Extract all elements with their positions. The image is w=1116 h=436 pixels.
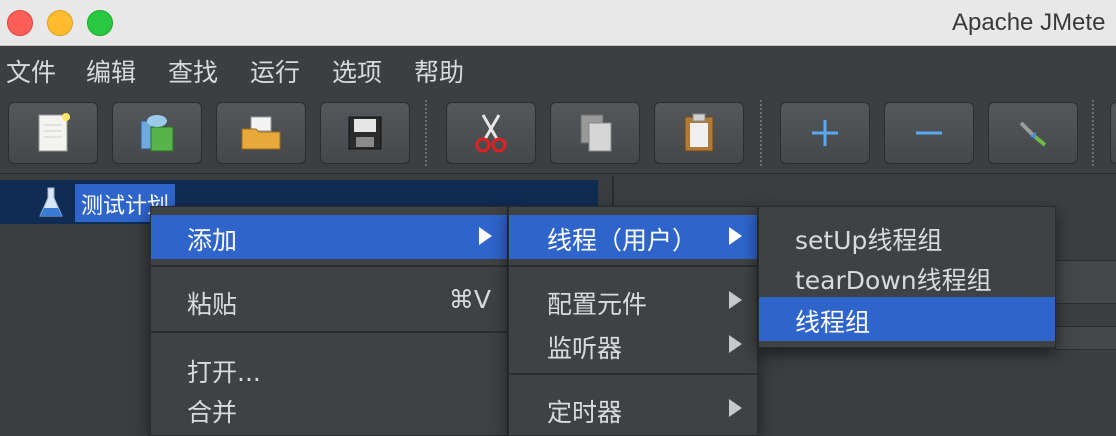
cut-button[interactable] [446, 102, 536, 164]
menu-item-listener[interactable]: 监听器 [509, 323, 757, 367]
threads-submenu: setUp线程组 tearDown线程组 线程组 [758, 206, 1056, 348]
toolbar-button-partial[interactable] [1110, 102, 1116, 164]
menu-item-teardown-thread-group[interactable]: tearDown线程组 [759, 255, 1055, 299]
templates-button[interactable] [112, 102, 202, 164]
toggle-icon [1019, 121, 1047, 147]
add-submenu: 线程（用户） 配置元件 监听器 定时器 [508, 206, 758, 436]
menu-divider [151, 331, 507, 333]
menu-item-merge[interactable]: 合并 [151, 387, 507, 431]
paste-icon [684, 113, 714, 152]
menu-item-listener-label: 监听器 [547, 334, 623, 363]
menu-item-open[interactable]: 打开... [151, 347, 507, 391]
save-icon [348, 116, 382, 150]
submenu-arrow-icon [729, 291, 742, 309]
menu-item-merge-label: 合并 [187, 398, 238, 427]
copy-icon [580, 114, 612, 152]
menu-help[interactable]: 帮助 [414, 53, 464, 89]
menu-divider [509, 265, 757, 267]
menu-options[interactable]: 选项 [332, 53, 382, 89]
paste-button[interactable] [654, 102, 744, 164]
menu-item-threads-label: 线程（用户） [547, 226, 698, 255]
zoom-window-button[interactable] [87, 10, 113, 36]
menu-search[interactable]: 查找 [168, 53, 218, 89]
window-title: Apache JMete [952, 9, 1106, 36]
toolbar-separator [1092, 100, 1094, 166]
menu-item-add[interactable]: 添加 [151, 215, 507, 259]
menu-item-setup-thread-group[interactable]: setUp线程组 [759, 215, 1055, 259]
minimize-window-button[interactable] [47, 10, 73, 36]
menu-item-config-label: 配置元件 [547, 290, 648, 319]
collapse-icon [916, 131, 942, 135]
new-icon [38, 113, 70, 152]
menu-item-thread-group[interactable]: 线程组 [759, 297, 1055, 341]
expand-icon [812, 120, 838, 146]
menu-item-config[interactable]: 配置元件 [509, 279, 757, 323]
menu-item-setup-label: setUp线程组 [795, 226, 943, 255]
collapse-all-button[interactable] [884, 102, 974, 164]
new-button[interactable] [8, 102, 98, 164]
toggle-button[interactable] [988, 102, 1078, 164]
title-bar: Apache JMete [0, 0, 1116, 46]
save-button[interactable] [320, 102, 410, 164]
menu-item-paste-label: 粘贴 [187, 290, 238, 319]
toolbar [0, 92, 1116, 174]
expand-all-button[interactable] [780, 102, 870, 164]
open-button[interactable] [216, 102, 306, 164]
menu-item-timer[interactable]: 定时器 [509, 387, 757, 431]
menu-run[interactable]: 运行 [250, 53, 300, 89]
menu-bar: 文件 编辑 查找 运行 选项 帮助 [0, 46, 1116, 92]
toolbar-separator [760, 100, 762, 166]
menu-item-paste[interactable]: 粘贴 ⌘V [151, 279, 507, 323]
menu-file[interactable]: 文件 [6, 53, 56, 89]
cut-icon [475, 114, 507, 153]
test-plan-icon [39, 187, 63, 217]
submenu-arrow-icon [479, 227, 492, 245]
close-window-button[interactable] [7, 10, 33, 36]
copy-button[interactable] [550, 102, 640, 164]
toolbar-separator [425, 100, 427, 166]
menu-item-timer-label: 定时器 [547, 398, 623, 427]
open-icon [241, 116, 281, 150]
menu-item-thread-group-label: 线程组 [795, 308, 871, 337]
submenu-arrow-icon [729, 399, 742, 417]
menu-edit[interactable]: 编辑 [86, 53, 136, 89]
submenu-arrow-icon [729, 227, 742, 245]
menu-item-open-label: 打开... [187, 358, 261, 387]
templates-icon [140, 115, 174, 152]
submenu-arrow-icon [729, 335, 742, 353]
menu-divider [151, 265, 507, 267]
menu-divider [509, 373, 757, 375]
menu-item-teardown-label: tearDown线程组 [795, 266, 992, 295]
context-menu: 添加 粘贴 ⌘V 打开... 合并 [150, 206, 508, 436]
menu-item-threads[interactable]: 线程（用户） [509, 215, 757, 259]
menu-item-add-label: 添加 [187, 226, 238, 255]
paste-shortcut: ⌘V [448, 285, 491, 314]
